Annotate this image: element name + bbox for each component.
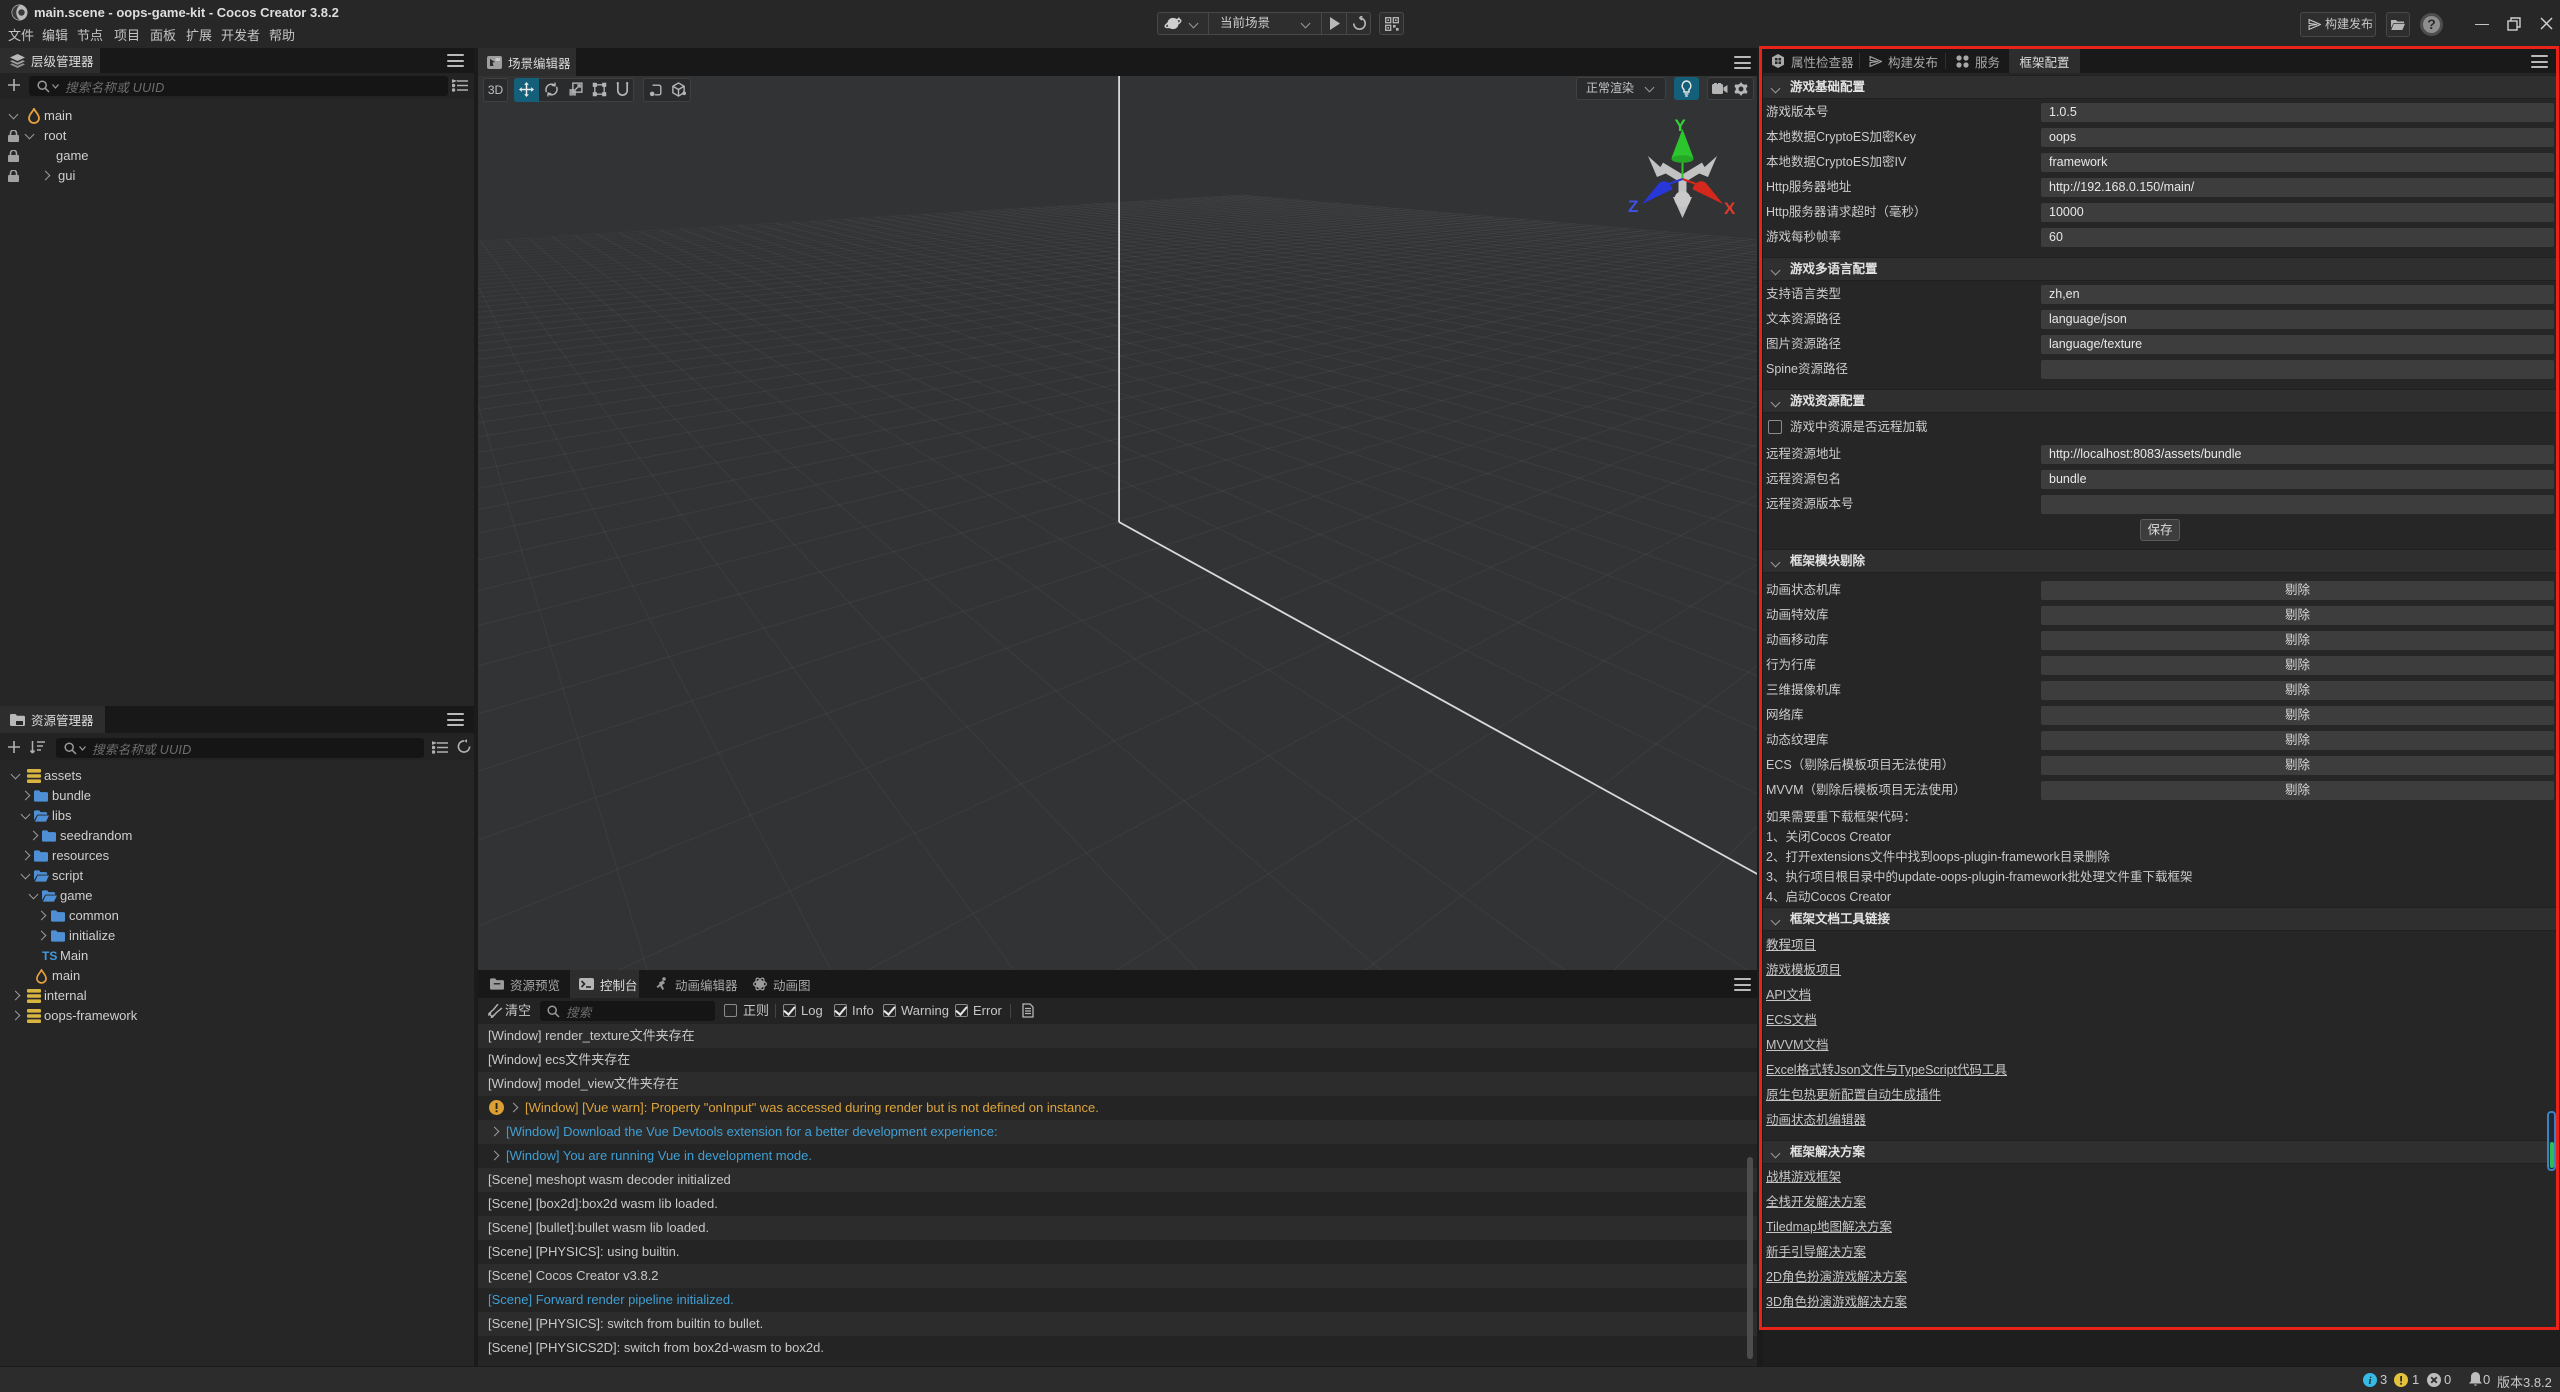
svg-text:Y: Y — [1675, 119, 1687, 135]
svg-text:Z: Z — [1628, 197, 1638, 216]
svg-text:X: X — [1724, 199, 1736, 218]
